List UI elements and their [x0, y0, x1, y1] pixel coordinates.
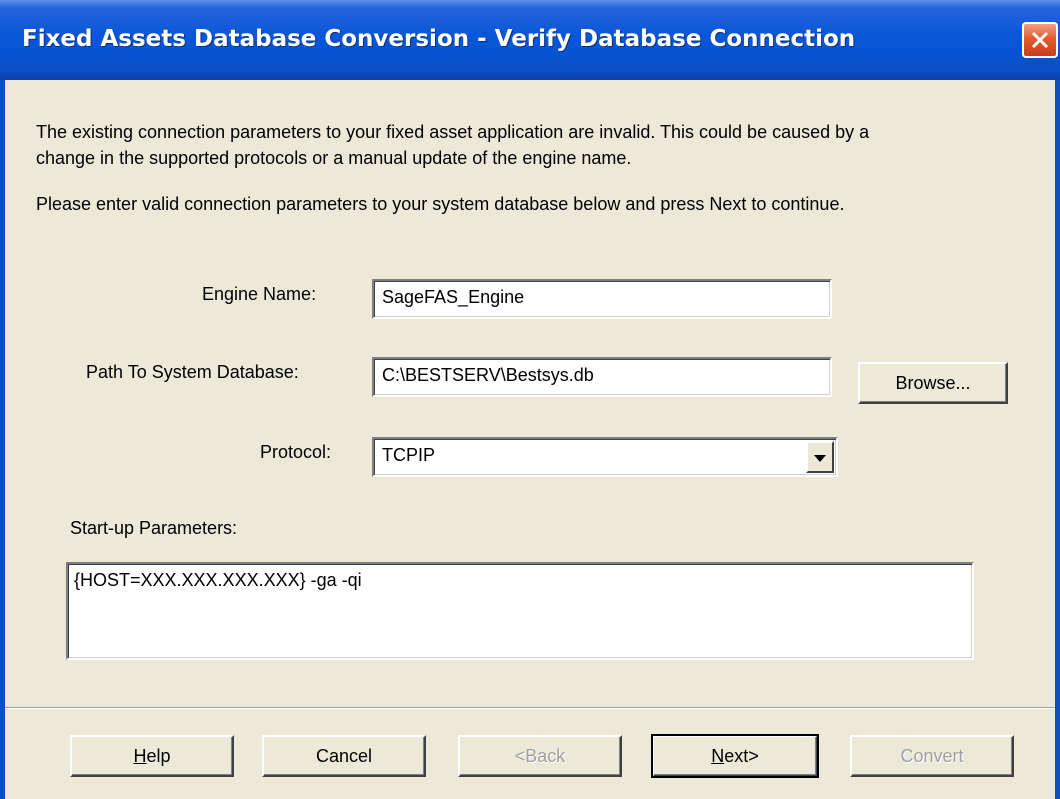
- browse-button[interactable]: Browse...: [858, 362, 1008, 404]
- browse-label: Browse...: [895, 372, 971, 393]
- protocol-label: Protocol:: [260, 442, 332, 462]
- back-label: <Back: [514, 745, 566, 766]
- startup-parameters-label: Start-up Parameters:: [70, 518, 238, 538]
- convert-button[interactable]: Convert: [850, 735, 1014, 777]
- cancel-button[interactable]: Cancel: [262, 735, 426, 777]
- startup-parameters-textarea[interactable]: {HOST=XXX.XXX.XXX.XXX} -ga -qi: [66, 562, 974, 660]
- convert-label: Convert: [900, 745, 964, 766]
- help-label: Help: [133, 745, 171, 766]
- path-input[interactable]: C:\BESTSERV\Bestsys.db: [372, 357, 832, 397]
- help-button[interactable]: Help: [70, 735, 234, 777]
- separator-highlight: [5, 708, 1055, 709]
- path-value: C:\BESTSERV\Bestsys.db: [382, 365, 594, 385]
- chevron-down-icon[interactable]: [806, 441, 834, 473]
- window-border-right: [1055, 80, 1060, 799]
- title-bar[interactable]: Fixed Assets Database Conversion - Verif…: [0, 0, 1060, 80]
- path-label: Path To System Database:: [86, 362, 299, 382]
- next-label: Next>: [711, 745, 759, 766]
- close-button[interactable]: [1022, 22, 1058, 58]
- intro-text-line2: change in the supported protocols or a m…: [36, 148, 632, 168]
- engine-name-value: SageFAS_Engine: [382, 287, 525, 307]
- cancel-label: Cancel: [315, 745, 373, 766]
- startup-parameters-value: {HOST=XXX.XXX.XXX.XXX} -ga -qi: [74, 570, 362, 590]
- back-button[interactable]: <Back: [458, 735, 622, 777]
- window-border-left: [0, 80, 5, 799]
- window-title: Fixed Assets Database Conversion - Verif…: [22, 26, 856, 52]
- dialog-window: Fixed Assets Database Conversion - Verif…: [0, 0, 1060, 799]
- intro-text-line3: Please enter valid connection parameters…: [36, 194, 845, 214]
- protocol-select[interactable]: TCPIP: [372, 437, 838, 477]
- engine-name-input[interactable]: SageFAS_Engine: [372, 279, 832, 319]
- close-icon: [1031, 31, 1049, 49]
- next-button[interactable]: Next>: [651, 734, 819, 778]
- engine-name-label: Engine Name:: [202, 284, 317, 304]
- intro-text-line1: The existing connection parameters to yo…: [36, 122, 870, 142]
- protocol-value: TCPIP: [382, 445, 436, 465]
